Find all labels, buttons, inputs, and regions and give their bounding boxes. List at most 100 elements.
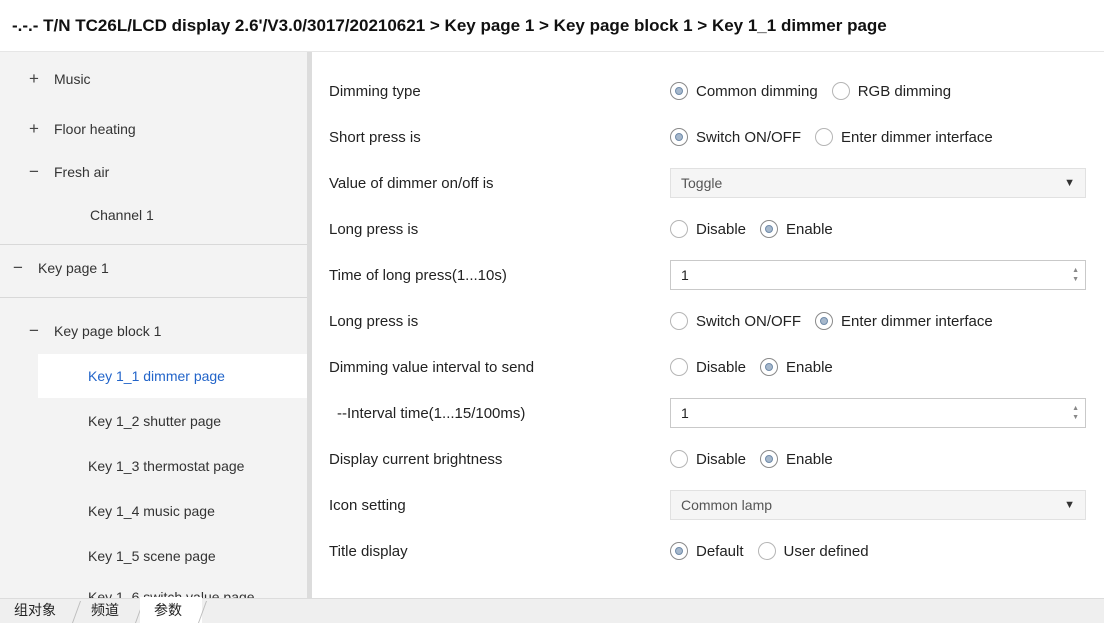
dimmer-onoff-select[interactable]: Toggle ▼: [670, 168, 1086, 198]
radio-default[interactable]: Default: [670, 542, 744, 560]
radio-group: Switch ON/OFF Enter dimmer interface: [670, 114, 1007, 160]
parameter-panel: Dimming type Common dimming RGB dimming …: [317, 52, 1104, 598]
param-label: Display current brightness: [329, 450, 503, 468]
sidebar-item-key-1-3-thermostat-page[interactable]: Key 1_3 thermostat page: [0, 453, 307, 479]
radio-checked-icon[interactable]: [670, 542, 688, 560]
param-row-dimming-interval: Dimming value interval to send Disable E…: [317, 344, 1104, 390]
sidebar-divider: [0, 244, 307, 245]
sidebar-item-key-1-5-scene-page[interactable]: Key 1_5 scene page: [0, 543, 307, 569]
collapse-icon[interactable]: −: [10, 258, 26, 278]
radio-user-defined[interactable]: User defined: [757, 542, 869, 560]
param-label: Time of long press(1...10s): [329, 266, 507, 284]
increment-icon[interactable]: ▲: [1072, 405, 1079, 412]
collapse-icon[interactable]: −: [26, 162, 42, 182]
increment-icon[interactable]: ▲: [1072, 267, 1079, 274]
radio-switch-on-off[interactable]: Switch ON/OFF: [670, 128, 801, 146]
sidebar-item-label: Key 1_3 thermostat page: [88, 458, 245, 474]
param-label: Short press is: [329, 128, 421, 146]
param-row-title-display: Title display Default User defined: [317, 528, 1104, 574]
radio-common-dimming[interactable]: Common dimming: [670, 82, 818, 100]
select-value: Common lamp: [681, 497, 773, 513]
sidebar-item-key-1-6-switch-value-page[interactable]: Key 1_6 switch value page: [0, 584, 307, 598]
decrement-icon[interactable]: ▼: [1072, 276, 1079, 283]
expand-icon[interactable]: +: [26, 119, 42, 139]
radio-unchecked-icon[interactable]: [670, 358, 688, 376]
decrement-icon[interactable]: ▼: [1072, 414, 1079, 421]
interval-time-input[interactable]: [681, 405, 981, 421]
radio-unchecked-icon[interactable]: [815, 128, 834, 146]
sidebar-item-key-page-1[interactable]: − Key page 1: [0, 255, 307, 281]
param-label: Value of dimmer on/off is: [329, 174, 494, 192]
radio-unchecked-icon[interactable]: [670, 220, 688, 238]
sidebar-item-label: Key 1_2 shutter page: [88, 413, 222, 429]
sidebar-item-label: Key page block 1: [54, 323, 162, 339]
param-row-dimming-type: Dimming type Common dimming RGB dimming: [317, 68, 1104, 114]
param-label: Dimming type: [329, 82, 421, 100]
radio-checked-icon[interactable]: [670, 82, 688, 100]
param-row-long-press-enable: Long press is Disable Enable: [317, 206, 1104, 252]
radio-disable[interactable]: Disable: [670, 220, 746, 238]
radio-unchecked-icon[interactable]: [670, 450, 688, 468]
select-value: Toggle: [681, 175, 723, 191]
radio-group: Disable Enable: [670, 344, 847, 390]
sidebar-item-key-1-4-music-page[interactable]: Key 1_4 music page: [0, 498, 307, 524]
param-label: Dimming value interval to send: [329, 358, 535, 376]
radio-enable[interactable]: Enable: [760, 358, 833, 376]
param-label: Icon setting: [329, 496, 406, 514]
sidebar-item-label: Fresh air: [54, 164, 110, 180]
sidebar-item-channel-1[interactable]: Channel 1: [0, 202, 307, 228]
sidebar-item-key-1-1-dimmer-page[interactable]: Key 1_1 dimmer page: [38, 354, 307, 398]
radio-disable[interactable]: Disable: [670, 358, 746, 376]
sidebar-tree[interactable]: + Music + Floor heating − Fresh air Chan…: [0, 52, 312, 598]
sidebar-item-label: Key 1_4 music page: [88, 503, 215, 519]
stepper-arrows[interactable]: ▲ ▼: [1072, 267, 1079, 283]
radio-enter-dimmer-interface[interactable]: Enter dimmer interface: [815, 128, 993, 146]
sidebar-item-fresh-air[interactable]: − Fresh air: [0, 159, 307, 185]
radio-unchecked-icon[interactable]: [757, 542, 776, 560]
radio-unchecked-icon[interactable]: [670, 312, 688, 330]
radio-group: Disable Enable: [670, 206, 847, 252]
sidebar-item-floor-heating[interactable]: + Floor heating: [0, 116, 307, 142]
tab-channels[interactable]: 频道: [77, 597, 139, 623]
radio-enter-dimmer-interface[interactable]: Enter dimmer interface: [815, 312, 993, 330]
sidebar-item-key-1-2-shutter-page[interactable]: Key 1_2 shutter page: [0, 408, 307, 434]
radio-switch-on-off[interactable]: Switch ON/OFF: [670, 312, 801, 330]
stepper-arrows[interactable]: ▲ ▼: [1072, 405, 1079, 421]
sidebar-item-label: Music: [54, 71, 91, 87]
param-row-short-press: Short press is Switch ON/OFF Enter dimme…: [317, 114, 1104, 160]
sidebar-item-music[interactable]: + Music: [0, 66, 307, 92]
sidebar-item-label: Channel 1: [90, 207, 154, 223]
bottom-tab-bar: 组对象 频道 参数: [0, 597, 1104, 623]
param-label: Title display: [329, 542, 408, 560]
tab-parameters[interactable]: 参数: [140, 597, 202, 623]
interval-time-stepper[interactable]: ▲ ▼: [670, 398, 1086, 428]
param-label: --Interval time(1...15/100ms): [337, 404, 526, 422]
param-row-display-brightness: Display current brightness Disable Enabl…: [317, 436, 1104, 482]
param-row-dimmer-onoff: Value of dimmer on/off is Toggle ▼: [317, 160, 1104, 206]
expand-icon[interactable]: +: [26, 69, 42, 89]
radio-checked-icon[interactable]: [760, 358, 779, 376]
sidebar-divider: [0, 297, 307, 298]
radio-checked-icon[interactable]: [760, 450, 779, 468]
collapse-icon[interactable]: −: [26, 321, 42, 341]
radio-checked-icon[interactable]: [760, 220, 779, 238]
sidebar-item-key-page-block-1[interactable]: − Key page block 1: [0, 318, 307, 344]
radio-group: Switch ON/OFF Enter dimmer interface: [670, 298, 1007, 344]
radio-group: Common dimming RGB dimming: [670, 68, 965, 114]
long-press-time-input[interactable]: [681, 267, 981, 283]
radio-checked-icon[interactable]: [815, 312, 834, 330]
radio-unchecked-icon[interactable]: [831, 82, 850, 100]
icon-setting-select[interactable]: Common lamp ▼: [670, 490, 1086, 520]
param-row-interval-time: --Interval time(1...15/100ms) ▲ ▼: [317, 390, 1104, 436]
radio-disable[interactable]: Disable: [670, 450, 746, 468]
param-label: Long press is: [329, 220, 419, 238]
radio-enable[interactable]: Enable: [760, 450, 833, 468]
sidebar-item-label: Key 1_1 dimmer page: [88, 368, 225, 384]
breadcrumb: -.-.- T/N TC26L/LCD display 2.6'/V3.0/30…: [0, 0, 1104, 52]
tab-group-objects[interactable]: 组对象: [0, 597, 76, 623]
radio-rgb-dimming[interactable]: RGB dimming: [831, 82, 951, 100]
radio-checked-icon[interactable]: [670, 128, 688, 146]
param-row-long-press-time: Time of long press(1...10s) ▲ ▼: [317, 252, 1104, 298]
radio-enable[interactable]: Enable: [760, 220, 833, 238]
long-press-time-stepper[interactable]: ▲ ▼: [670, 260, 1086, 290]
